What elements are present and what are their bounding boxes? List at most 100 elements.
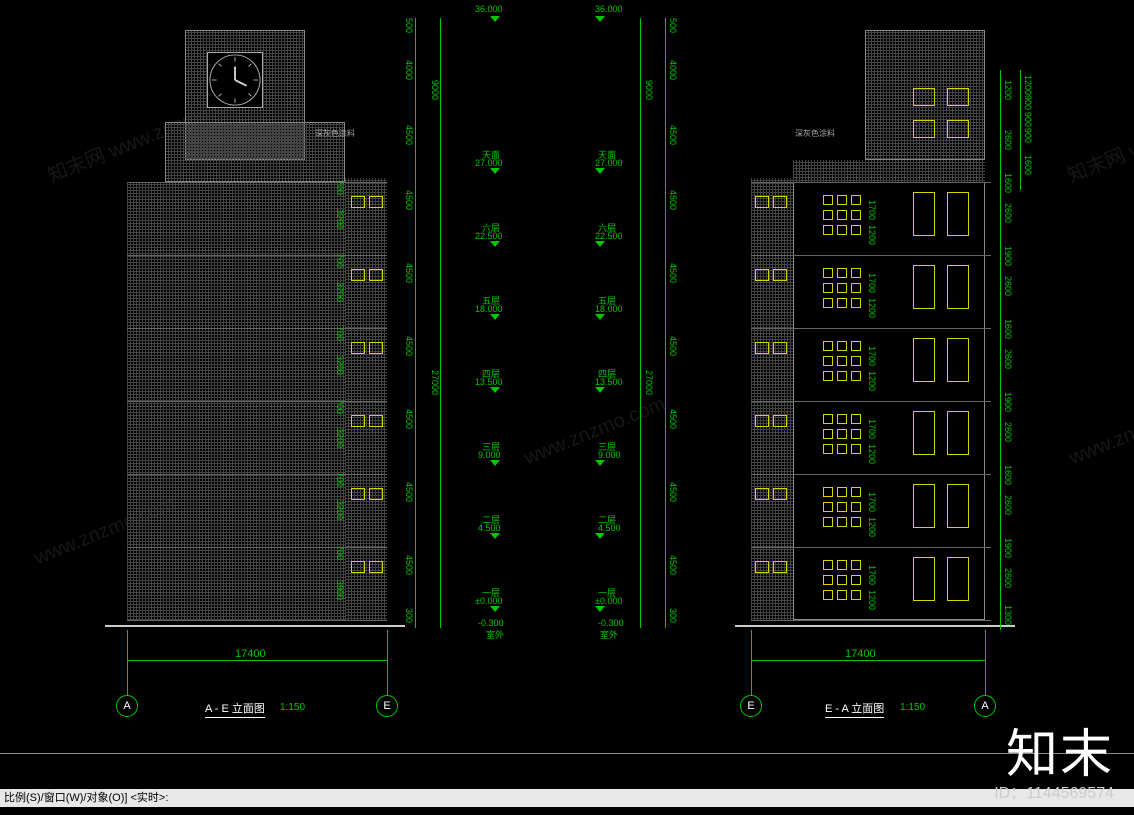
dim: 4000 — [668, 60, 678, 80]
dim: 1900 — [1003, 246, 1013, 266]
dim: 1700 — [867, 565, 877, 585]
level-elev: 4.500 — [598, 523, 621, 533]
window — [369, 269, 383, 281]
level-marker-icon — [490, 16, 500, 22]
dim: 4500 — [668, 336, 678, 356]
annotation: 深灰色涂料 — [315, 128, 355, 139]
dim: 1200 — [867, 298, 877, 318]
floor-line — [127, 547, 387, 548]
view-scale: 1:150 — [280, 702, 305, 713]
window — [369, 561, 383, 573]
dim: 700 — [335, 180, 345, 195]
roof-hatch — [793, 160, 985, 182]
dim: 1200 — [867, 444, 877, 464]
level-elev: 4.500 — [478, 523, 501, 533]
dim: 27000 — [644, 370, 654, 395]
dim: 3200 — [335, 500, 345, 520]
dim: 3200 — [335, 428, 345, 448]
window — [369, 415, 383, 427]
dim-line — [415, 18, 416, 628]
dim: 3200 — [335, 355, 345, 375]
level-elev: 18.000 — [595, 304, 623, 314]
leftwing-hatch — [751, 178, 793, 620]
floor-line — [751, 182, 991, 183]
ground-line — [735, 625, 1015, 627]
view-title: A - E 立面图 — [205, 700, 265, 718]
window — [773, 342, 787, 354]
level-elev: 18.000 — [475, 304, 503, 314]
width-dim: 17400 — [845, 648, 876, 660]
level-elev: 27.000 — [595, 158, 623, 168]
grid-line — [751, 675, 752, 695]
dim: 700 — [335, 326, 345, 341]
dim: 1300 — [1003, 605, 1013, 625]
dim: 3200 — [335, 282, 345, 302]
level-marker-icon — [595, 168, 605, 174]
window — [773, 488, 787, 500]
dim-line — [1020, 70, 1021, 190]
ground-line — [105, 625, 405, 627]
grid-line — [985, 675, 986, 695]
level-marker-icon — [490, 533, 500, 539]
dim: 2600 — [1003, 495, 1013, 515]
dim: 27000 — [430, 370, 440, 395]
level-name: 室外 — [486, 628, 504, 641]
dim: 1200 — [867, 371, 877, 391]
level-elev: 22.500 — [475, 231, 503, 241]
floor-line — [127, 401, 387, 402]
dim: 2600 — [1003, 568, 1013, 588]
level-marker-icon — [490, 460, 500, 466]
dim: 1200 — [1003, 80, 1013, 100]
dim: 4000 — [404, 60, 414, 80]
dim: 1900 — [1003, 392, 1013, 412]
dim-line — [440, 18, 441, 628]
floor-line — [751, 547, 991, 548]
dim: 4500 — [668, 263, 678, 283]
view-scale: 1:150 — [900, 702, 925, 713]
dim: 700 — [335, 253, 345, 268]
dim: 4500 — [404, 263, 414, 283]
dim: 700 — [335, 545, 345, 560]
level-marker-icon — [490, 606, 500, 612]
grid-bubble-e: E — [740, 695, 762, 717]
cad-canvas[interactable]: 知末网 www.znzmo.com www.znzmo.com www.znzm… — [0, 0, 1134, 815]
window — [351, 415, 365, 427]
dim: 9000 — [644, 80, 654, 100]
dim: 2600 — [1003, 276, 1013, 296]
level-marker-icon — [490, 314, 500, 320]
dim: 2600 — [1003, 203, 1013, 223]
window — [351, 269, 365, 281]
level-elev: 9.000 — [598, 450, 621, 460]
window — [755, 196, 769, 208]
dim: 1200 — [867, 590, 877, 610]
window — [351, 488, 365, 500]
level-elev: ±0.000 — [595, 596, 622, 606]
window — [755, 488, 769, 500]
level-marker-icon — [595, 606, 605, 612]
window — [773, 196, 787, 208]
level-elev: -0.300 — [478, 618, 504, 628]
dim: 1600 — [1003, 319, 1013, 339]
window — [351, 196, 365, 208]
command-statusbar[interactable]: 比例(S)/窗口(W)/对象(O)] <实时>: — [0, 789, 1134, 807]
level-marker-icon — [595, 314, 605, 320]
level-marker-icon — [595, 16, 605, 22]
window — [755, 561, 769, 573]
clock-icon — [207, 52, 263, 108]
dim: 1600 — [1003, 173, 1013, 193]
dim: 9000 — [430, 80, 440, 100]
floor-line — [127, 182, 387, 183]
dim-ext — [387, 630, 388, 675]
dim: 2600 — [1003, 349, 1013, 369]
dim: 1200 — [867, 225, 877, 245]
dim: 700 — [335, 472, 345, 487]
grid-bubble-e: E — [376, 695, 398, 717]
dim: 4500 — [404, 409, 414, 429]
level-marker-icon — [490, 387, 500, 393]
level-elev: ±0.000 — [475, 596, 502, 606]
dim: 2600 — [1003, 422, 1013, 442]
level-marker-icon — [595, 460, 605, 466]
view-title: E - A 立面图 — [825, 700, 884, 718]
window — [351, 561, 365, 573]
window — [755, 342, 769, 354]
